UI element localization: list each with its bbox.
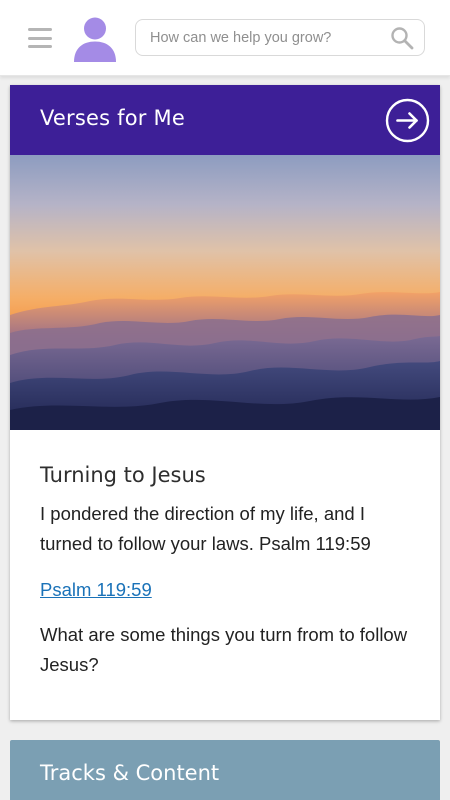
verse-text: I pondered the direction of my life, and… [40,503,371,554]
menu-line [28,36,52,40]
tracks-title: Tracks & Content [40,761,220,785]
scripture-link[interactable]: Psalm 119:59 [40,575,152,605]
reflection-question: What are some things you turn from to fo… [40,624,408,675]
app-header [0,0,450,76]
card-body: Turning to Jesus I pondered the directio… [40,460,410,680]
card-header: Verses for Me [10,85,440,155]
search-input[interactable] [150,20,380,55]
menu-line [28,45,52,48]
hamburger-menu-icon[interactable] [28,28,52,48]
search-icon[interactable] [390,26,414,50]
sunset-clouds-image [10,155,440,430]
search-box [135,19,425,56]
tracks-content-card[interactable]: Tracks & Content [10,740,440,800]
card-title: Verses for Me [40,106,185,130]
menu-line [28,28,52,31]
verses-card: Verses for Me Turning to Jesus I pondere… [10,85,440,720]
user-avatar-icon[interactable] [72,15,118,63]
verse-heading: Turning to Jesus [40,463,206,487]
arrow-right-circle-icon[interactable] [385,98,430,143]
